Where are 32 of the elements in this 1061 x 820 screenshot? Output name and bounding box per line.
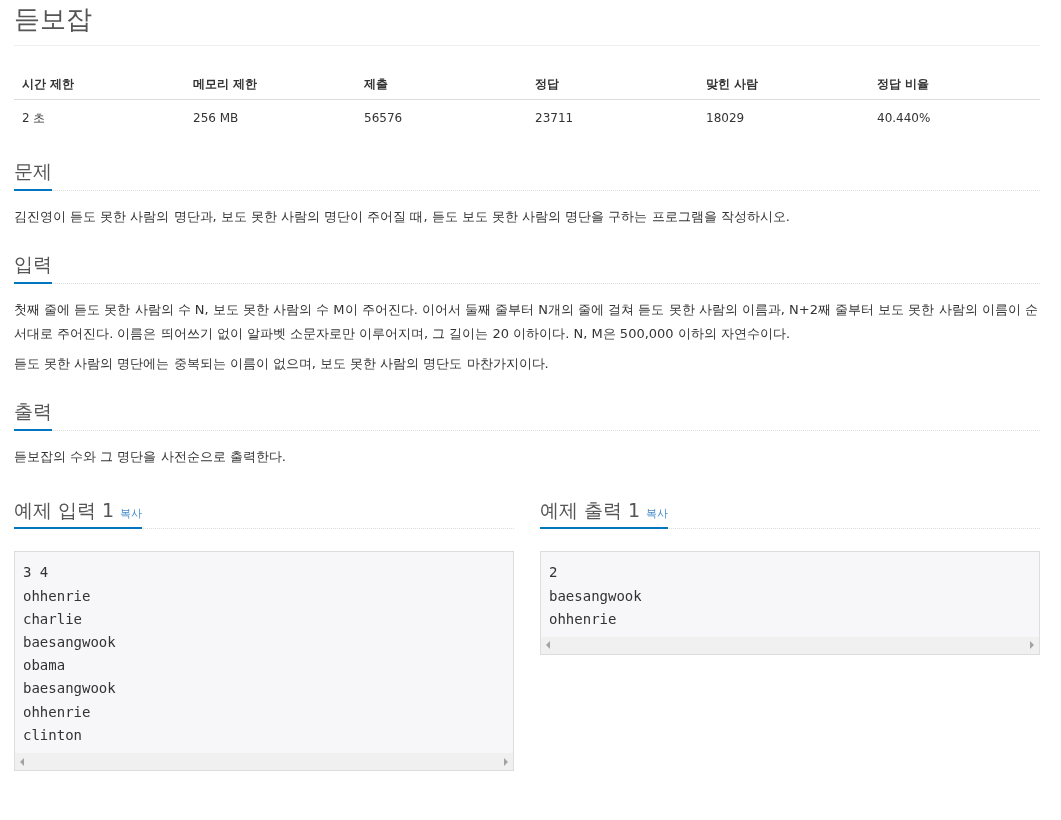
- sample-text: 3 4 ohhenrie charlie baesangwook obama baesangwook ohhenrie clinton: [22, 563, 117, 745]
- column-header: 메모리 제한: [185, 68, 356, 100]
- table-cell: 56576: [356, 99, 527, 137]
- table-cell: 2 초: [14, 99, 185, 137]
- section-heading: 예제 입력 1: [14, 498, 115, 521]
- table-cell: 23711: [527, 99, 698, 137]
- scroll-right-icon[interactable]: [1030, 641, 1034, 650]
- paragraph: 듣도 못한 사람의 명단에는 중복되는 이름이 없으며, 보도 못한 사람의 명단도 마찬가지이다.: [14, 354, 550, 373]
- table-cell: 40.440%: [869, 99, 1040, 137]
- scroll-left-icon[interactable]: [546, 641, 550, 650]
- table-cell: 256 MB: [185, 99, 356, 137]
- problem-title: 듣보잡: [14, 4, 1040, 47]
- paragraph: 첫째 줄에 듣도 못한 사람의 수 N, 보도 못한 사람의 수 M이 주어진다. 이어서 둘째 줄부터 N개의 줄에 걸쳐 듣도 못한 사람의 이름과, N+2째 줄부터 보도 못한 사람의 이름이 순서대로 주어진다. 이름은 띄어쓰기 없이 알파벳 소문자로만 이루어지며, 그 길이는 20 이하이다. N, M은 500,000 이하의 자연수이다.: [14, 300, 1039, 343]
- column-header: 정답 비율: [869, 68, 1040, 100]
- table-cell: 18029: [698, 99, 869, 137]
- copy-link[interactable]: 복사: [120, 506, 143, 520]
- section-heading: 입력: [14, 253, 52, 284]
- paragraph: 듣보잡의 수와 그 명단을 사전순으로 출력한다.: [14, 447, 287, 466]
- scroll-right-icon[interactable]: [504, 757, 508, 766]
- column-header: 시간 제한: [14, 68, 185, 100]
- horizontal-scrollbar[interactable]: [15, 753, 513, 770]
- section-heading: 문제: [14, 160, 52, 191]
- column-header: 맞힌 사람: [698, 68, 869, 100]
- column-header: 제출: [356, 68, 527, 100]
- column-header: 정답: [527, 68, 698, 100]
- section-heading: 예제 출력 1: [540, 498, 641, 521]
- paragraph: 김진영이 듣도 못한 사람의 명단과, 보도 못한 사람의 명단이 주어질 때, 듣도 보도 못한 사람의 명단을 구하는 프로그램을 작성하시오.: [14, 208, 791, 226]
- scroll-left-icon[interactable]: [20, 757, 24, 766]
- sample-text: 2 baesangwook ohhenrie: [548, 563, 643, 629]
- section-heading: 출력: [14, 399, 52, 431]
- horizontal-scrollbar[interactable]: [541, 637, 1039, 654]
- copy-link[interactable]: 복사: [646, 506, 669, 520]
